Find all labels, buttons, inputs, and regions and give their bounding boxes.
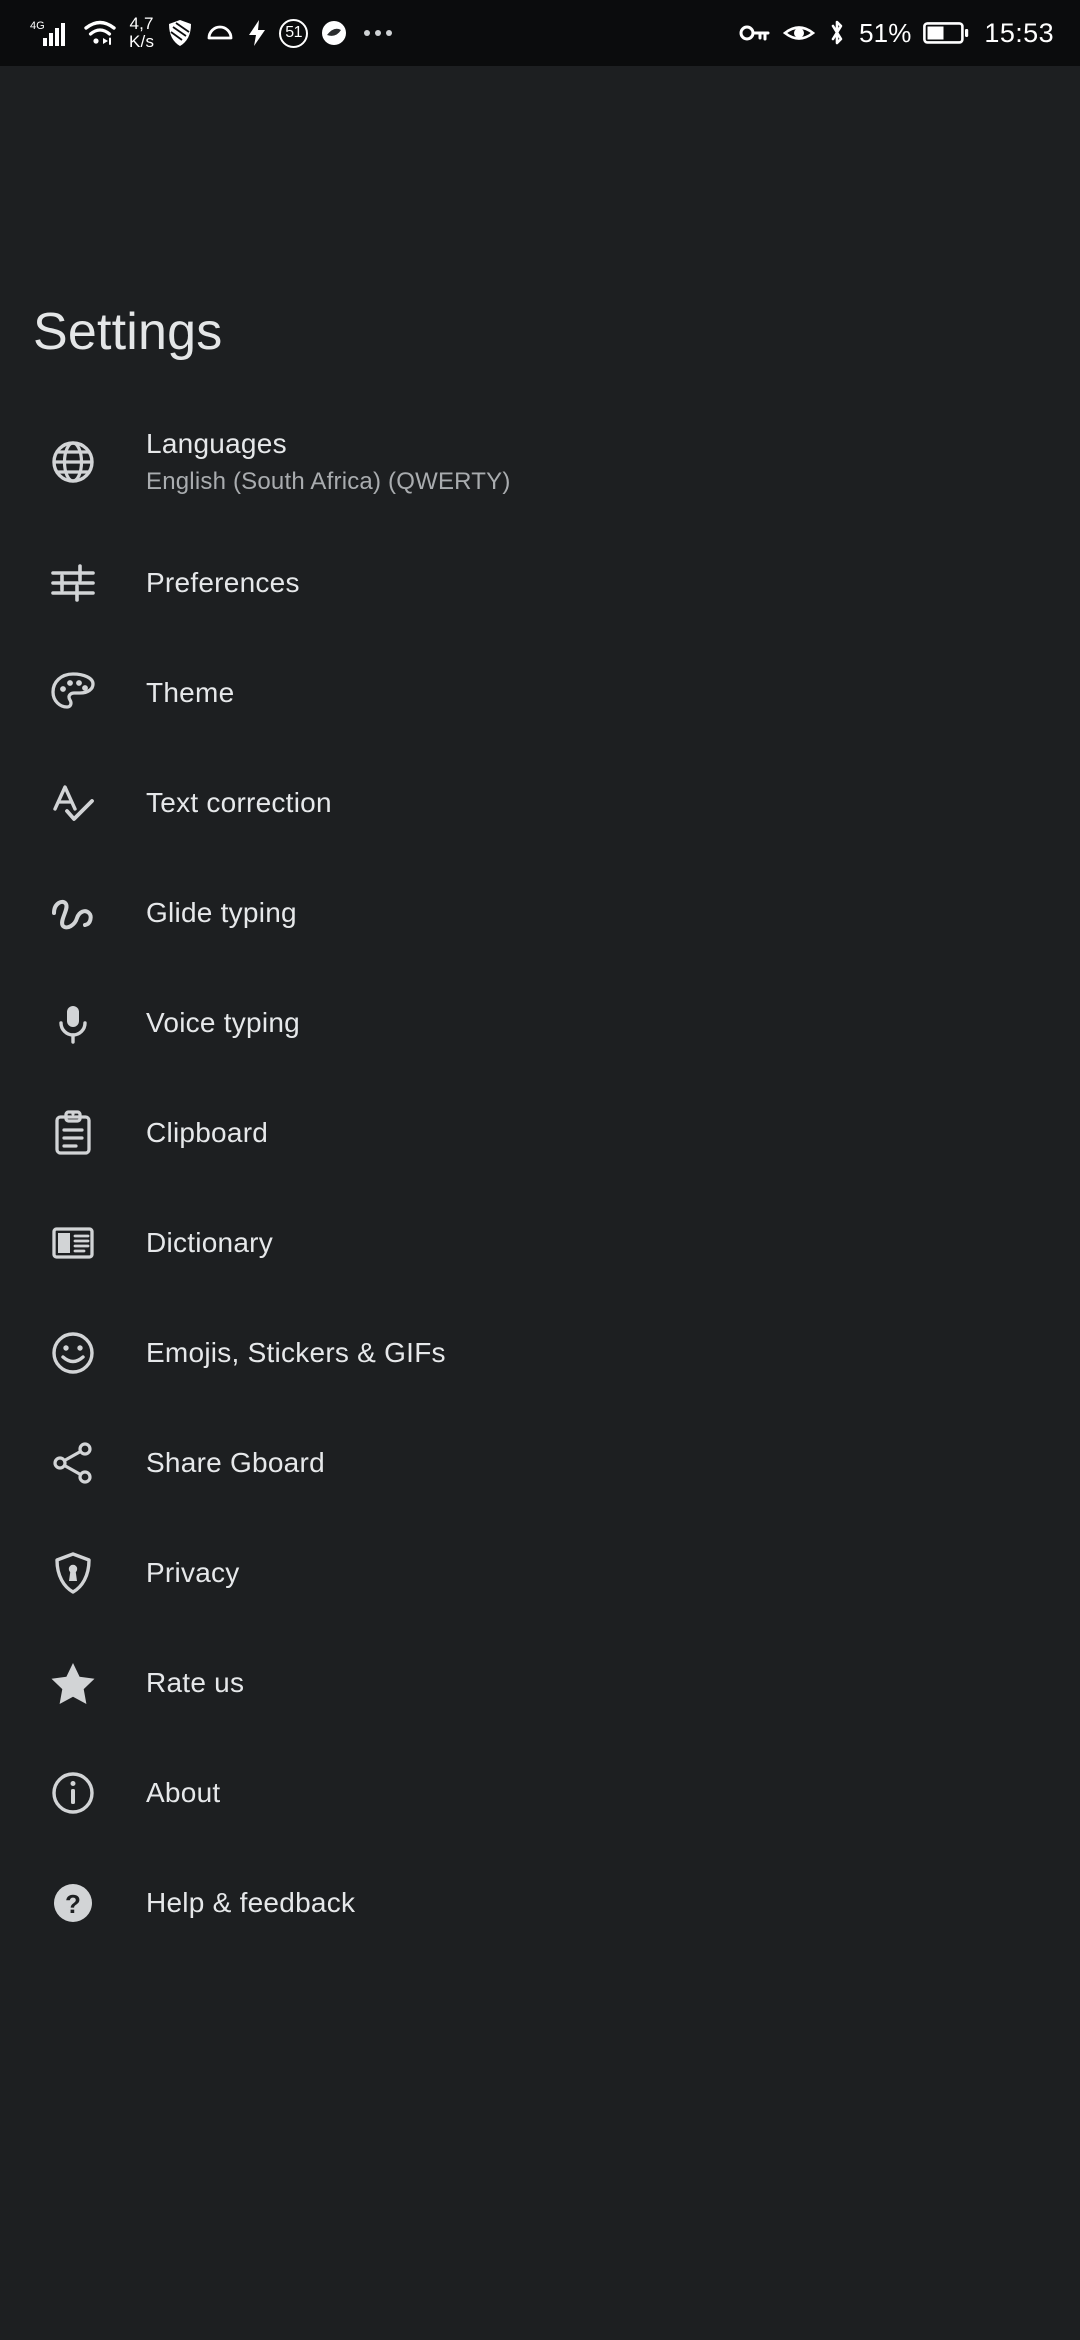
settings-item-label: Rate us bbox=[146, 1667, 245, 1698]
clipboard-icon bbox=[0, 1107, 146, 1159]
settings-item-text: Preferences bbox=[146, 566, 300, 600]
settings-item-text: Emojis, Stickers & GIFs bbox=[146, 1336, 446, 1370]
settings-item-theme[interactable]: Theme bbox=[0, 638, 1080, 748]
settings-item-languages[interactable]: Languages English (South Africa) (QWERTY… bbox=[0, 396, 1080, 528]
settings-item-label: Glide typing bbox=[146, 897, 297, 928]
network-speed-value: 4,7 bbox=[129, 14, 154, 33]
settings-item-subtitle: English (South Africa) (QWERTY) bbox=[146, 468, 511, 495]
settings-item-clipboard[interactable]: Clipboard bbox=[0, 1078, 1080, 1188]
wifi-icon bbox=[83, 18, 117, 48]
settings-item-text: Clipboard bbox=[146, 1116, 268, 1150]
eye-icon bbox=[783, 21, 816, 45]
battery-percent-label: 51% bbox=[859, 18, 912, 48]
status-bar-right-group: 51% 15:53 bbox=[739, 18, 1054, 48]
network-speed-indicator: 4,7 K/s bbox=[129, 15, 154, 51]
gesture-icon bbox=[0, 887, 146, 939]
settings-item-label: Dictionary bbox=[146, 1227, 273, 1258]
book-icon bbox=[0, 1217, 146, 1269]
settings-item-label: Theme bbox=[146, 677, 235, 708]
settings-item-text: Languages English (South Africa) (QWERTY… bbox=[146, 427, 511, 497]
spellcheck-icon bbox=[0, 777, 146, 829]
settings-item-label: Clipboard bbox=[146, 1117, 269, 1148]
settings-item-text: Glide typing bbox=[146, 896, 297, 930]
bluetooth-icon bbox=[827, 18, 847, 48]
settings-item-voice-typing[interactable]: Voice typing bbox=[0, 968, 1080, 1078]
counter-circle-icon: 51 bbox=[279, 18, 309, 48]
overflow-dots-icon bbox=[364, 30, 393, 36]
page-title: Settings bbox=[33, 303, 223, 361]
app-badge-icon bbox=[319, 18, 349, 48]
settings-item-help-feedback[interactable]: ? Help & feedback bbox=[0, 1848, 1080, 1958]
settings-item-text: Share Gboard bbox=[146, 1446, 325, 1480]
settings-item-text: Help & feedback bbox=[146, 1886, 355, 1920]
settings-item-text: Dictionary bbox=[146, 1226, 273, 1260]
settings-item-text: About bbox=[146, 1776, 220, 1810]
settings-item-label: Text correction bbox=[146, 787, 332, 818]
dome-icon bbox=[205, 18, 235, 48]
settings-item-preferences[interactable]: Preferences bbox=[0, 528, 1080, 638]
shield-icon bbox=[166, 18, 194, 48]
settings-item-text-correction[interactable]: Text correction bbox=[0, 748, 1080, 858]
globe-icon bbox=[0, 436, 146, 488]
share-icon bbox=[0, 1437, 146, 1489]
status-bar-left-group: 4G 4,7 K/s 51 bbox=[30, 15, 393, 51]
settings-item-text: Privacy bbox=[146, 1556, 240, 1590]
settings-item-dictionary[interactable]: Dictionary bbox=[0, 1188, 1080, 1298]
privacy-icon bbox=[0, 1547, 146, 1599]
network-speed-unit: K/s bbox=[129, 32, 155, 51]
settings-item-label: Privacy bbox=[146, 1557, 240, 1588]
settings-item-label: Emojis, Stickers & GIFs bbox=[146, 1337, 446, 1368]
settings-item-about[interactable]: About bbox=[0, 1738, 1080, 1848]
settings-item-label: About bbox=[146, 1777, 221, 1808]
tune-icon bbox=[0, 557, 146, 609]
settings-item-text: Theme bbox=[146, 676, 234, 710]
settings-item-text: Text correction bbox=[146, 786, 332, 820]
settings-item-emojis-stickers-gifs[interactable]: Emojis, Stickers & GIFs bbox=[0, 1298, 1080, 1408]
palette-icon bbox=[0, 667, 146, 719]
status-bar: 4G 4,7 K/s 51 51% 15:53 bbox=[0, 0, 1080, 66]
svg-text:4G: 4G bbox=[30, 20, 45, 32]
gboard-settings-screen: 4G 4,7 K/s 51 51% 15:53 Settings Languag… bbox=[0, 0, 1080, 2340]
microphone-icon bbox=[0, 997, 146, 1049]
lightning-bolt-icon bbox=[246, 18, 268, 48]
svg-text:?: ? bbox=[65, 1889, 81, 1919]
settings-item-label: Voice typing bbox=[146, 1007, 300, 1038]
settings-item-text: Voice typing bbox=[146, 1006, 300, 1040]
emoji-icon bbox=[0, 1327, 146, 1379]
counter-badge-value: 51 bbox=[285, 24, 303, 41]
settings-item-label: Languages bbox=[146, 428, 287, 459]
signal-bars-icon: 4G bbox=[30, 18, 72, 48]
star-icon bbox=[0, 1657, 146, 1709]
battery-icon bbox=[923, 20, 969, 46]
settings-item-label: Preferences bbox=[146, 567, 300, 598]
help-icon: ? bbox=[0, 1877, 146, 1929]
settings-list: Languages English (South Africa) (QWERTY… bbox=[0, 396, 1080, 1958]
settings-item-share-gboard[interactable]: Share Gboard bbox=[0, 1408, 1080, 1518]
settings-item-privacy[interactable]: Privacy bbox=[0, 1518, 1080, 1628]
info-icon bbox=[0, 1767, 146, 1819]
settings-item-label: Share Gboard bbox=[146, 1447, 325, 1478]
settings-item-label: Help & feedback bbox=[146, 1887, 356, 1918]
status-bar-clock: 15:53 bbox=[984, 17, 1054, 48]
settings-item-rate-us[interactable]: Rate us bbox=[0, 1628, 1080, 1738]
settings-item-text: Rate us bbox=[146, 1666, 244, 1700]
settings-item-glide-typing[interactable]: Glide typing bbox=[0, 858, 1080, 968]
vpn-key-icon bbox=[739, 21, 771, 45]
